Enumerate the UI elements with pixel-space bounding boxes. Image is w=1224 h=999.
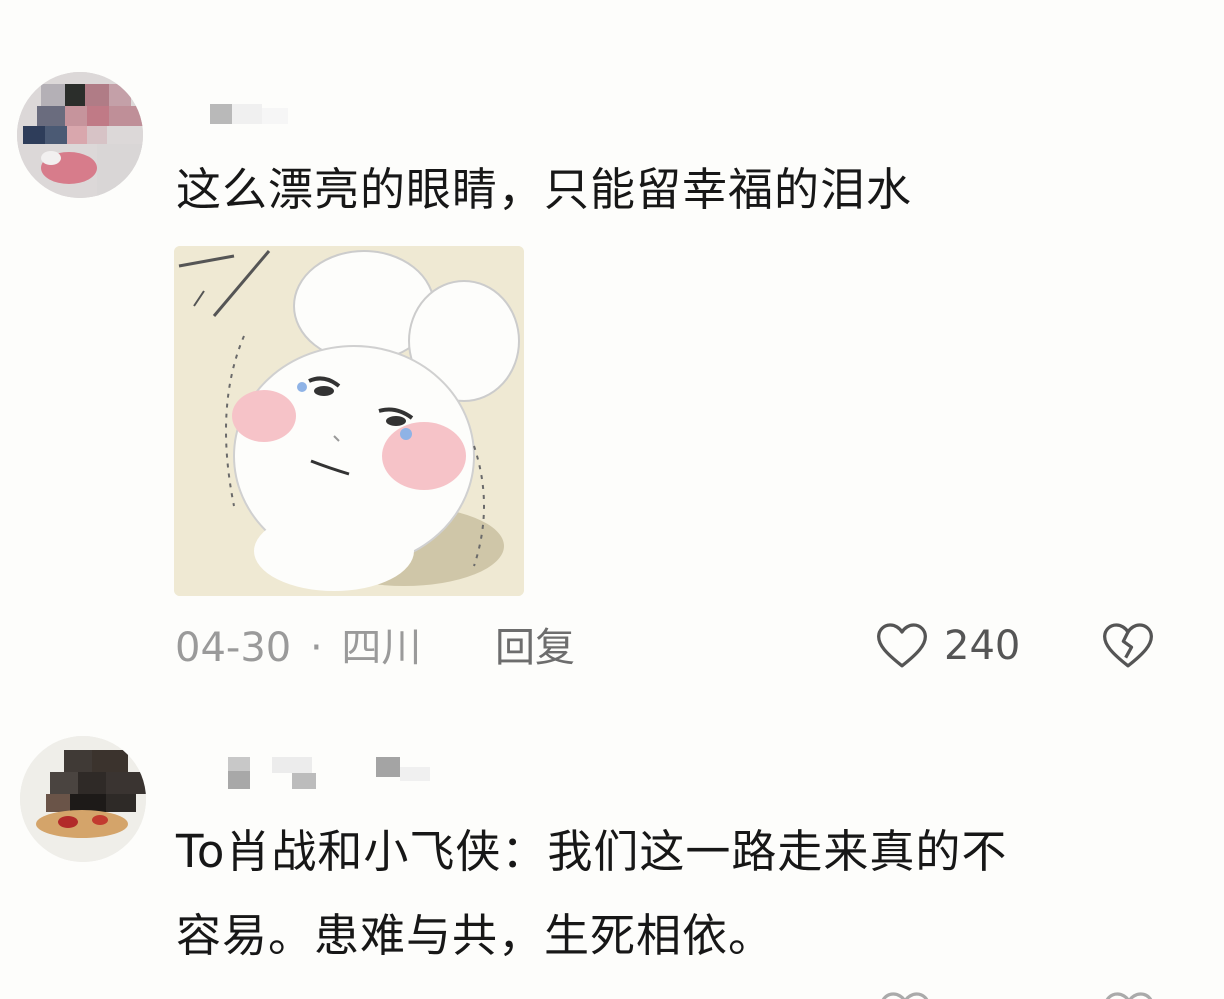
dislike-button[interactable] bbox=[1100, 618, 1156, 674]
comment-location: 四川 bbox=[341, 625, 422, 671]
avatar[interactable] bbox=[17, 72, 143, 198]
avatar[interactable] bbox=[20, 736, 146, 862]
heart-outline-icon bbox=[874, 618, 930, 674]
username-redacted[interactable] bbox=[228, 755, 448, 789]
partial-broken-heart-icon bbox=[1101, 987, 1157, 999]
avatar-mosaic bbox=[17, 72, 143, 198]
username-redacted[interactable] bbox=[208, 100, 328, 130]
crying-rabbit-sticker bbox=[174, 246, 524, 596]
comment-date: 04-30 bbox=[175, 625, 292, 671]
redacted-username-mosaic bbox=[210, 104, 288, 124]
like-count: 240 bbox=[944, 623, 1021, 669]
reply-button[interactable]: 回复 bbox=[495, 620, 575, 676]
comment-text: 这么漂亮的眼睛，只能留幸福的泪水 bbox=[176, 163, 913, 216]
comment-text-line-2: 容易。患难与共，生死相依。 bbox=[176, 909, 775, 962]
comment-text-line-1: To肖战和小飞侠：我们这一路走来真的不 bbox=[176, 825, 1008, 878]
redacted-username-mosaic bbox=[228, 757, 430, 789]
meta-separator: · bbox=[309, 625, 323, 671]
comment-item: 这么漂亮的眼睛，只能留幸福的泪水 04-30 · 四川 回复 240 bbox=[0, 0, 1224, 700]
sticker-image[interactable] bbox=[174, 246, 524, 596]
broken-heart-icon bbox=[1100, 618, 1156, 674]
comment-item: To肖战和小飞侠：我们这一路走来真的不 容易。患难与共，生死相依。 bbox=[0, 700, 1224, 999]
partial-heart-icon bbox=[877, 987, 933, 999]
avatar-mosaic bbox=[20, 736, 146, 862]
like-button[interactable]: 240 bbox=[874, 616, 1020, 676]
comment-meta: 04-30 · 四川 bbox=[175, 620, 421, 676]
